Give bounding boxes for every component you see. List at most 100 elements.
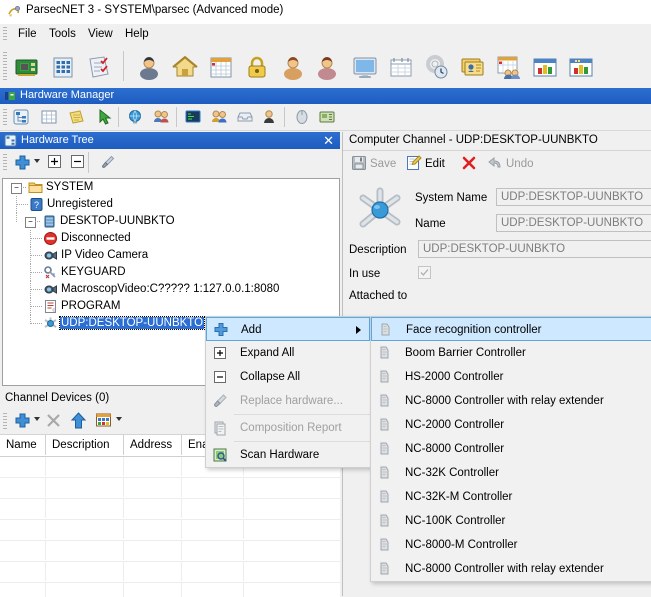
checklist-icon[interactable] bbox=[84, 52, 114, 82]
padlock-icon[interactable] bbox=[242, 52, 272, 82]
delete-button[interactable] bbox=[461, 154, 480, 174]
tree-node-ip-video-camera[interactable]: IP Video Camera bbox=[3, 247, 339, 264]
globe-icon[interactable] bbox=[126, 108, 144, 126]
green-cursor-icon[interactable] bbox=[96, 108, 114, 126]
tree-node-disconnected[interactable]: Disconnected bbox=[3, 230, 339, 247]
submenu-item-nc-8000-m-controller[interactable]: NC-8000-M Controller bbox=[371, 533, 651, 557]
screwdriver-icon[interactable] bbox=[99, 154, 116, 174]
add-plus-icon[interactable] bbox=[14, 412, 31, 432]
tree-node-program[interactable]: c PROGRAM bbox=[3, 298, 339, 315]
dropdown-caret-icon[interactable] bbox=[34, 159, 40, 163]
delete-x-icon[interactable] bbox=[45, 412, 62, 432]
hardware-manager-icon bbox=[4, 90, 16, 102]
toolbar-separator bbox=[284, 107, 285, 127]
table-row[interactable] bbox=[0, 478, 340, 499]
menu-item-help[interactable]: Help bbox=[121, 27, 153, 41]
submenu-item-boom-barrier-controller[interactable]: Boom Barrier Controller bbox=[371, 341, 651, 365]
calendar-icon[interactable] bbox=[206, 52, 236, 82]
building-icon[interactable] bbox=[48, 52, 78, 82]
column-header-name[interactable]: Name bbox=[0, 435, 46, 455]
column-header-description[interactable]: Description bbox=[46, 435, 124, 455]
calendar-people-icon[interactable] bbox=[494, 52, 524, 82]
hardware-tree-icon[interactable] bbox=[12, 108, 30, 126]
dropdown-caret-icon[interactable] bbox=[116, 417, 122, 421]
add-plus-icon bbox=[213, 322, 229, 338]
camera-icon bbox=[43, 282, 58, 297]
menu-item-view[interactable]: View bbox=[84, 27, 117, 41]
bar-chart-report-icon[interactable] bbox=[566, 52, 596, 82]
tree-node-desktop[interactable]: − DESKTOP-UUNBKTO bbox=[3, 213, 339, 230]
context-menu-item-add[interactable]: Add bbox=[206, 317, 370, 341]
tree-connector bbox=[31, 323, 42, 324]
controller-icon bbox=[377, 561, 392, 576]
submenu-item-nc-32k-m-controller[interactable]: NC-32K-M Controller bbox=[371, 485, 651, 509]
collapse-all-icon[interactable] bbox=[71, 155, 84, 171]
name-field[interactable]: UDP:DESKTOP-UUNBKTO bbox=[496, 214, 651, 232]
expander-minus-icon[interactable]: − bbox=[11, 183, 22, 194]
context-menu-item-collapse-all[interactable]: Collapse All bbox=[206, 365, 370, 389]
submenu-label: NC-32K Controller bbox=[405, 467, 499, 479]
grid-icon[interactable] bbox=[40, 108, 58, 126]
users-icon[interactable] bbox=[278, 52, 308, 82]
submenu-label: NC-8000-M Controller bbox=[405, 539, 518, 551]
submenu-item-hs-2000-controller[interactable]: HS-2000 Controller bbox=[371, 365, 651, 389]
menu-item-file[interactable]: File bbox=[14, 27, 41, 41]
schedule-table-icon[interactable] bbox=[386, 52, 416, 82]
submenu-item-nc-100k-controller[interactable]: NC-100K Controller bbox=[371, 509, 651, 533]
up-arrow-icon[interactable] bbox=[70, 412, 87, 432]
grid-view-icon[interactable] bbox=[95, 412, 112, 432]
tray-icon[interactable] bbox=[236, 108, 254, 126]
id-cards-icon[interactable] bbox=[458, 52, 488, 82]
person-manager-icon[interactable] bbox=[134, 52, 164, 82]
submenu-item-nc-8000-controller-with-relay-extender[interactable]: NC-8000 Controller with relay extender bbox=[371, 389, 651, 413]
table-row[interactable] bbox=[0, 520, 340, 541]
table-row[interactable] bbox=[0, 499, 340, 520]
save-button[interactable]: Save bbox=[351, 154, 396, 174]
bar-chart-window-icon[interactable] bbox=[530, 52, 560, 82]
edit-button[interactable]: Edit bbox=[406, 154, 445, 174]
users-group-icon[interactable] bbox=[314, 52, 344, 82]
table-row[interactable] bbox=[0, 583, 340, 597]
people-blue-icon[interactable] bbox=[210, 108, 228, 126]
cell bbox=[46, 583, 124, 597]
undo-button[interactable]: Undo bbox=[487, 154, 534, 174]
mouse-icon[interactable] bbox=[293, 108, 311, 126]
dropdown-caret-icon[interactable] bbox=[34, 417, 40, 421]
submenu-item-nc-8000-controller[interactable]: NC-8000 Controller bbox=[371, 437, 651, 461]
home-icon[interactable] bbox=[170, 52, 200, 82]
context-menu-item-scan-hardware[interactable]: Scan Hardware bbox=[206, 443, 370, 467]
tree-node-keyguard[interactable]: KEYGUARD bbox=[3, 264, 339, 281]
cell bbox=[182, 583, 244, 597]
description-field[interactable]: UDP:DESKTOP-UUNBKTO bbox=[418, 240, 651, 258]
submenu-item-face-recognition-controller[interactable]: Face recognition controller bbox=[371, 317, 651, 341]
table-row[interactable] bbox=[0, 562, 340, 583]
tree-connector bbox=[31, 289, 42, 290]
close-icon[interactable]: ✕ bbox=[323, 133, 334, 148]
submenu-item-nc-8000-controller-with-relay-extender-2[interactable]: NC-8000 Controller with relay extender bbox=[371, 557, 651, 581]
tree-node-unregistered[interactable]: ? Unregistered bbox=[3, 196, 339, 213]
expand-all-icon[interactable] bbox=[48, 155, 61, 171]
hardware-tree-icon bbox=[4, 134, 17, 147]
tree-node-macroscop-video[interactable]: MacroscopVideo:C????? 1:127.0.0.1:8080 bbox=[3, 281, 339, 298]
context-menu-item-expand-all[interactable]: Expand All bbox=[206, 341, 370, 365]
system-name-field[interactable]: UDP:DESKTOP-UUNBKTO bbox=[496, 188, 651, 206]
submenu-item-nc-2000-controller[interactable]: NC-2000 Controller bbox=[371, 413, 651, 437]
in-use-checkbox[interactable] bbox=[418, 266, 431, 279]
submenu-item-nc-32k-controller[interactable]: NC-32K Controller bbox=[371, 461, 651, 485]
notes-icon[interactable] bbox=[68, 108, 86, 126]
table-row[interactable] bbox=[0, 541, 340, 562]
tree-toolbar-grip bbox=[3, 154, 7, 171]
card-reader-icon[interactable] bbox=[318, 108, 336, 126]
menu-item-tools[interactable]: Tools bbox=[45, 27, 80, 41]
network-card-icon[interactable] bbox=[12, 52, 42, 82]
gear-clock-icon[interactable] bbox=[422, 52, 452, 82]
person-dark-icon[interactable] bbox=[260, 108, 278, 126]
users-pair-icon[interactable] bbox=[152, 108, 170, 126]
add-plus-icon[interactable] bbox=[14, 154, 31, 174]
tree-node-system[interactable]: − SYSTEM bbox=[3, 179, 339, 196]
monitor-icon[interactable] bbox=[350, 52, 380, 82]
expander-minus-icon[interactable]: − bbox=[25, 217, 36, 228]
column-header-address[interactable]: Address bbox=[124, 435, 182, 455]
console-icon[interactable] bbox=[184, 108, 202, 126]
tree-node-label: IP Video Camera bbox=[61, 249, 149, 261]
